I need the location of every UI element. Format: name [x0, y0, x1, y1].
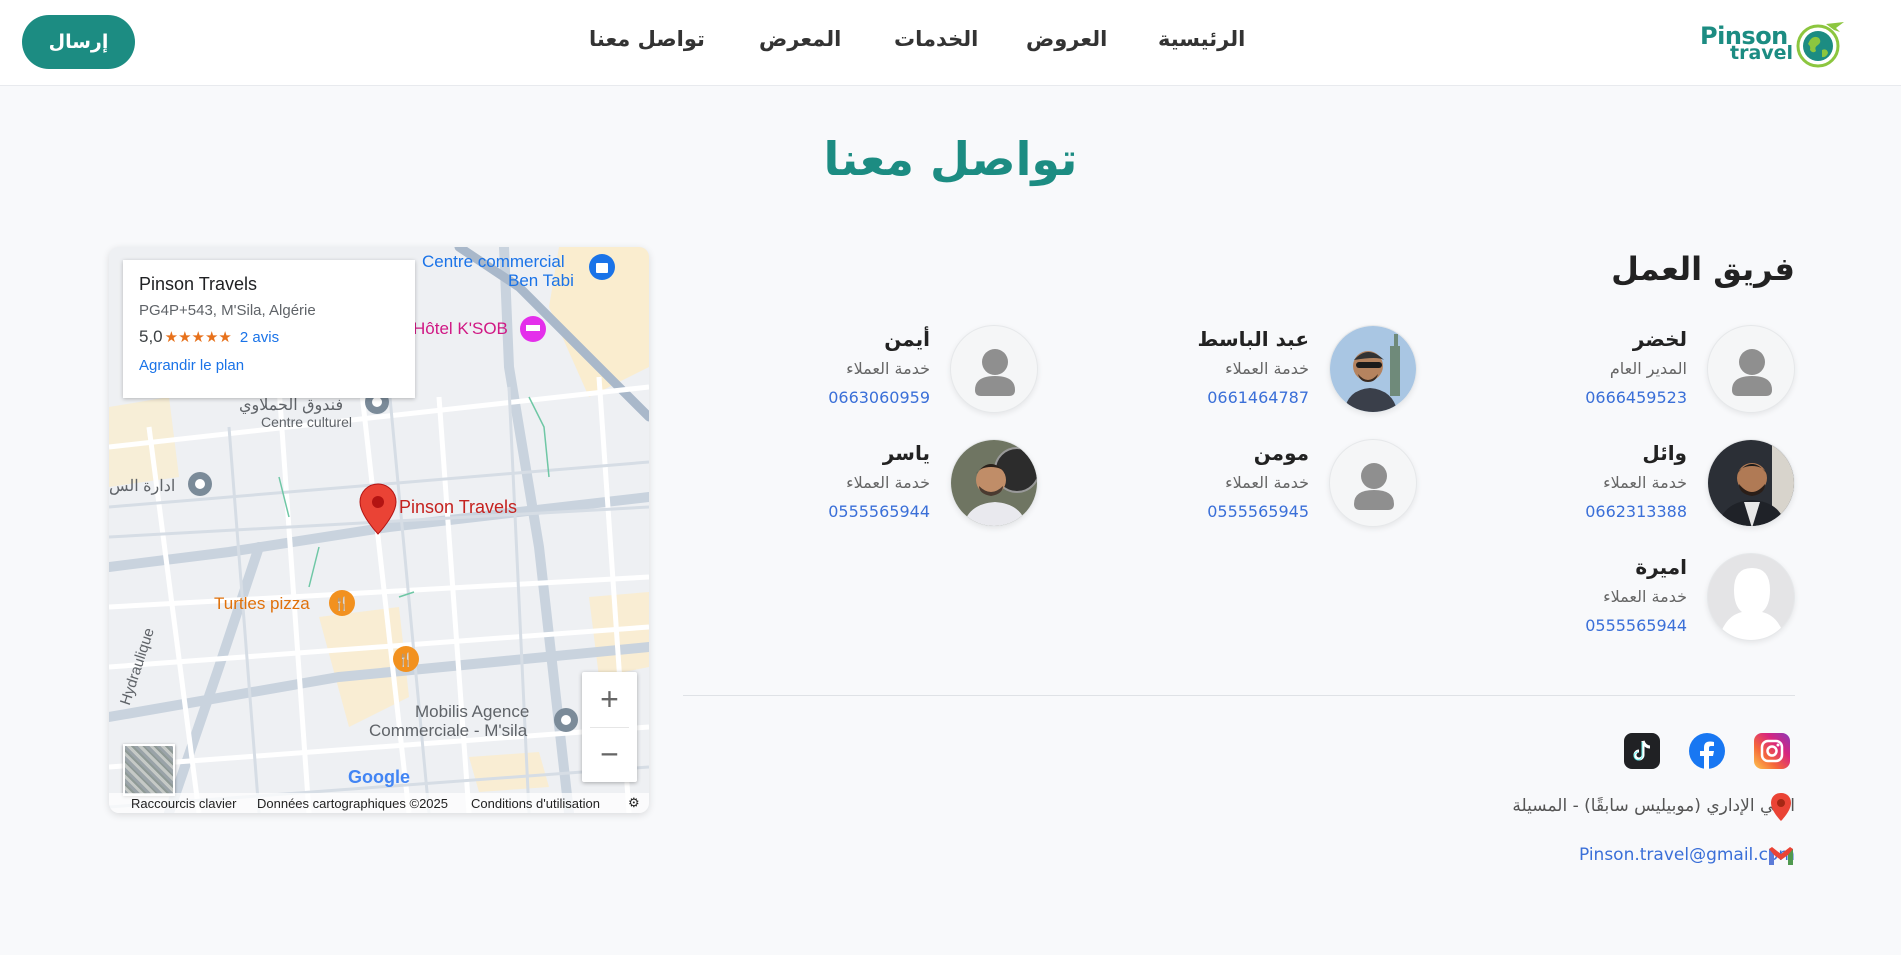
keyboard-shortcuts-link[interactable]: Raccourcis clavier	[131, 796, 236, 811]
star-rating-icon: ★★★★★	[164, 329, 232, 346]
svg-text:🍴: 🍴	[334, 596, 350, 612]
team-member-card: مومن خدمة العملاء 0555565945	[1047, 439, 1417, 529]
member-phone[interactable]: 0661464787	[1198, 388, 1309, 407]
default-avatar-icon	[1329, 439, 1417, 527]
nav-services[interactable]: الخدمات	[894, 27, 978, 51]
member-phone[interactable]: 0662313388	[1585, 502, 1687, 521]
team-member-card: وائل خدمة العملاء 0662313388	[1425, 439, 1795, 529]
member-name: ياسر	[882, 441, 930, 465]
address-text: الحي الإداري (موبيليس سابقًا) - المسيلة	[1512, 796, 1795, 816]
place-rating: 5,0 ★★★★★ 2 avis	[139, 327, 399, 347]
report-bug-icon[interactable]: ⚙	[628, 795, 640, 811]
team-title: فريق العمل	[1611, 250, 1795, 288]
map-label-mobilis-1: Mobilis Agence	[415, 702, 530, 721]
member-name: اميرة	[1635, 555, 1687, 579]
gmail-icon	[1769, 847, 1793, 865]
member-photo	[950, 439, 1038, 527]
pinson-travel-logo[interactable]: Pinson travel	[1700, 14, 1850, 70]
member-role: خدمة العملاء	[1603, 587, 1687, 606]
send-button[interactable]: إرسال	[22, 15, 135, 69]
nav-home[interactable]: الرئيسية	[1158, 27, 1245, 51]
nav-offers[interactable]: العروض	[1026, 27, 1107, 51]
team-member-card: أيمن خدمة العملاء 0663060959	[668, 325, 1038, 415]
member-photo	[1329, 325, 1417, 413]
map-label-centre-commercial: Centre commercial	[422, 252, 565, 271]
member-info: مومن خدمة العملاء 0555565945	[1207, 439, 1309, 521]
member-phone[interactable]: 0663060959	[828, 388, 930, 407]
team-member-card: لخضر المدير العام 0666459523	[1425, 325, 1795, 415]
map-label-hotel: Hôtel K'SOB	[413, 319, 508, 338]
zoom-controls: + −	[582, 672, 637, 782]
zoom-in-button[interactable]: +	[582, 672, 637, 727]
map-label-turtles-pizza: Turtles pizza	[214, 594, 310, 613]
map-label-fondouk: فندوق الحملاوي	[239, 397, 344, 414]
member-role: المدير العام	[1609, 359, 1687, 378]
member-name: لخضر	[1632, 327, 1687, 351]
member-info: أيمن خدمة العملاء 0663060959	[828, 325, 930, 407]
zoom-divider	[590, 727, 629, 728]
enlarge-map-link[interactable]: Agrandir le plan	[139, 357, 399, 374]
logo-text-travel: travel	[1730, 42, 1794, 64]
map-pin-label[interactable]: Pinson Travels	[399, 497, 517, 518]
member-phone[interactable]: 0555565944	[1585, 616, 1687, 635]
member-name: أيمن	[884, 327, 930, 351]
member-name: عبد الباسط	[1197, 327, 1309, 351]
member-role: خدمة العملاء	[846, 359, 930, 378]
member-info: لخضر المدير العام 0666459523	[1585, 325, 1687, 407]
google-map[interactable]: 🍴 🍴 Centre commercial Ben Tabi Hôtel K'S…	[109, 247, 649, 813]
rating-value: 5,0	[139, 327, 163, 346]
member-info: ياسر خدمة العملاء 0555565944	[828, 439, 930, 521]
default-avatar-icon	[1707, 325, 1795, 413]
member-role: خدمة العملاء	[1225, 473, 1309, 492]
member-role: خدمة العملاء	[1603, 473, 1687, 492]
email-link[interactable]: Pinson.travel@gmail.com	[1579, 845, 1795, 865]
map-label-idara: ادارة الس	[109, 478, 176, 495]
google-logo: Google	[348, 767, 410, 787]
member-info: عبد الباسط خدمة العملاء 0661464787	[1198, 325, 1309, 407]
map-footer: Raccourcis clavier Données cartographiqu…	[109, 793, 649, 813]
shopping-poi-icon	[589, 254, 615, 280]
nav-contact[interactable]: تواصل معنا	[589, 27, 705, 51]
place-name: Pinson Travels	[139, 274, 258, 294]
map-label-centre-culturel: Centre culturel	[261, 414, 353, 430]
tiktok-icon[interactable]	[1624, 733, 1660, 769]
zoom-out-button[interactable]: −	[582, 727, 637, 782]
member-phone[interactable]: 0666459523	[1585, 388, 1687, 407]
member-name: مومن	[1253, 441, 1309, 465]
map-label-ben-tabi: Ben Tabi	[508, 271, 574, 290]
place-address: PG4P+543, M'Sila, Algérie	[139, 302, 316, 319]
facebook-icon[interactable]	[1689, 733, 1725, 769]
member-name: وائل	[1642, 441, 1687, 465]
instagram-icon[interactable]	[1754, 733, 1790, 769]
default-avatar-icon	[950, 325, 1038, 413]
page-title: تواصل معنا	[823, 132, 1078, 186]
team-member-card: عبد الباسط خدمة العملاء 0661464787	[1047, 325, 1417, 415]
team-member-card: اميرة خدمة العملاء 0555565944	[1425, 553, 1795, 643]
female-silhouette-icon	[1707, 553, 1795, 641]
location-pin-icon	[1771, 793, 1791, 821]
svg-text:🍴: 🍴	[398, 652, 414, 668]
place-info-card: Pinson Travels PG4P+543, M'Sila, Algérie…	[123, 260, 415, 398]
terms-link[interactable]: Conditions d'utilisation	[471, 796, 600, 811]
globe-plane-icon	[1796, 22, 1844, 68]
nav-gallery[interactable]: المعرض	[759, 27, 841, 51]
member-info: اميرة خدمة العملاء 0555565944	[1585, 553, 1687, 635]
reviews-link[interactable]: 2 avis	[240, 329, 279, 346]
member-photo	[1707, 439, 1795, 527]
member-phone[interactable]: 0555565944	[828, 502, 930, 521]
satellite-toggle[interactable]	[123, 744, 175, 796]
map-data-credit: Données cartographiques ©2025	[257, 796, 448, 811]
member-info: وائل خدمة العملاء 0662313388	[1585, 439, 1687, 521]
top-navbar: إرسال الرئيسية العروض الخدمات المعرض توا…	[0, 0, 1901, 86]
section-divider	[683, 695, 1795, 696]
map-label-mobilis-2: Commerciale - M'sila	[369, 721, 528, 740]
member-role: خدمة العملاء	[846, 473, 930, 492]
member-role: خدمة العملاء	[1225, 359, 1309, 378]
member-phone[interactable]: 0555565945	[1207, 502, 1309, 521]
team-member-card: ياسر خدمة العملاء 0555565944	[668, 439, 1038, 529]
